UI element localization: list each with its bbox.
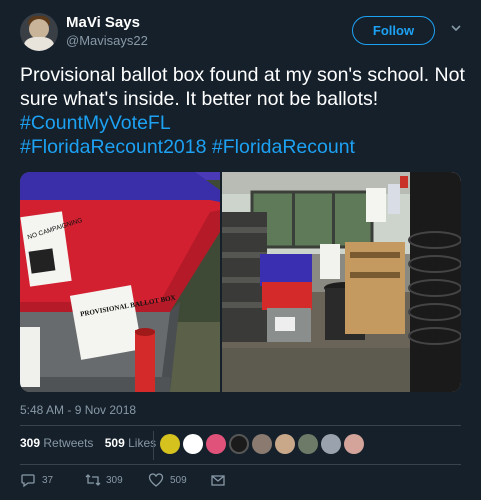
retweet-icon <box>85 474 101 486</box>
envelope-icon <box>211 475 225 486</box>
hashtag-link[interactable]: #CountMyVoteFL <box>20 112 171 134</box>
divider <box>153 431 154 460</box>
likes-count: 509 <box>104 436 125 450</box>
direct-message-button[interactable] <box>210 472 228 488</box>
likes-label: Likes <box>128 436 157 450</box>
follow-button[interactable]: Follow <box>352 16 435 45</box>
divider <box>20 425 461 426</box>
retweets-stat[interactable]: 309 Retweets <box>20 436 93 450</box>
liker-avatar[interactable] <box>344 434 364 454</box>
tweet-timestamp[interactable]: 5:48 AM - 9 Nov 2018 <box>20 403 136 417</box>
tweet-header: MaVi Says @Mavisays22 Follow <box>20 13 465 53</box>
retweets-count: 309 <box>20 436 41 450</box>
author-handle[interactable]: @Mavisays22 <box>66 33 148 48</box>
chevron-down-icon[interactable] <box>450 21 462 35</box>
liker-avatar[interactable] <box>229 434 249 454</box>
like-button[interactable]: 509 <box>148 472 198 488</box>
photo-left[interactable]: NO CAMPAIGNING PROVISIONAL BALLOT BOX <box>20 172 220 392</box>
tweet-photos: NO CAMPAIGNING PROVISIONAL BALLOT BOX <box>20 172 461 392</box>
reply-icon <box>21 474 35 488</box>
hashtag-link[interactable]: #FloridaRecount2018 <box>20 136 206 158</box>
heart-icon <box>148 473 164 487</box>
retweet-count: 309 <box>106 475 123 486</box>
reply-button[interactable]: 37 <box>20 472 65 488</box>
retweets-label: Retweets <box>43 436 94 450</box>
tweet-body: Provisional ballot box found at my son's… <box>20 64 465 110</box>
liker-avatar[interactable] <box>321 434 341 454</box>
liker-avatar[interactable] <box>298 434 318 454</box>
likes-stat[interactable]: 509 Likes <box>105 436 156 450</box>
liker-avatar[interactable] <box>275 434 295 454</box>
retweet-button[interactable]: 309 <box>84 472 134 488</box>
tweet-text: Provisional ballot box found at my son's… <box>20 63 465 159</box>
liker-avatar[interactable] <box>206 434 226 454</box>
tweet-stats: 309 Retweets 509 Likes <box>20 436 164 454</box>
liker-avatar[interactable] <box>252 434 272 454</box>
liker-avatar[interactable] <box>183 434 203 454</box>
like-count: 509 <box>170 475 187 486</box>
hashtag-link[interactable]: #FloridaRecount <box>212 136 355 158</box>
liker-avatar[interactable] <box>160 434 180 454</box>
author-avatar[interactable] <box>20 13 58 51</box>
divider <box>20 464 461 465</box>
photo-right[interactable] <box>222 172 461 392</box>
reply-count: 37 <box>42 475 54 486</box>
author-name[interactable]: MaVi Says <box>66 14 140 31</box>
